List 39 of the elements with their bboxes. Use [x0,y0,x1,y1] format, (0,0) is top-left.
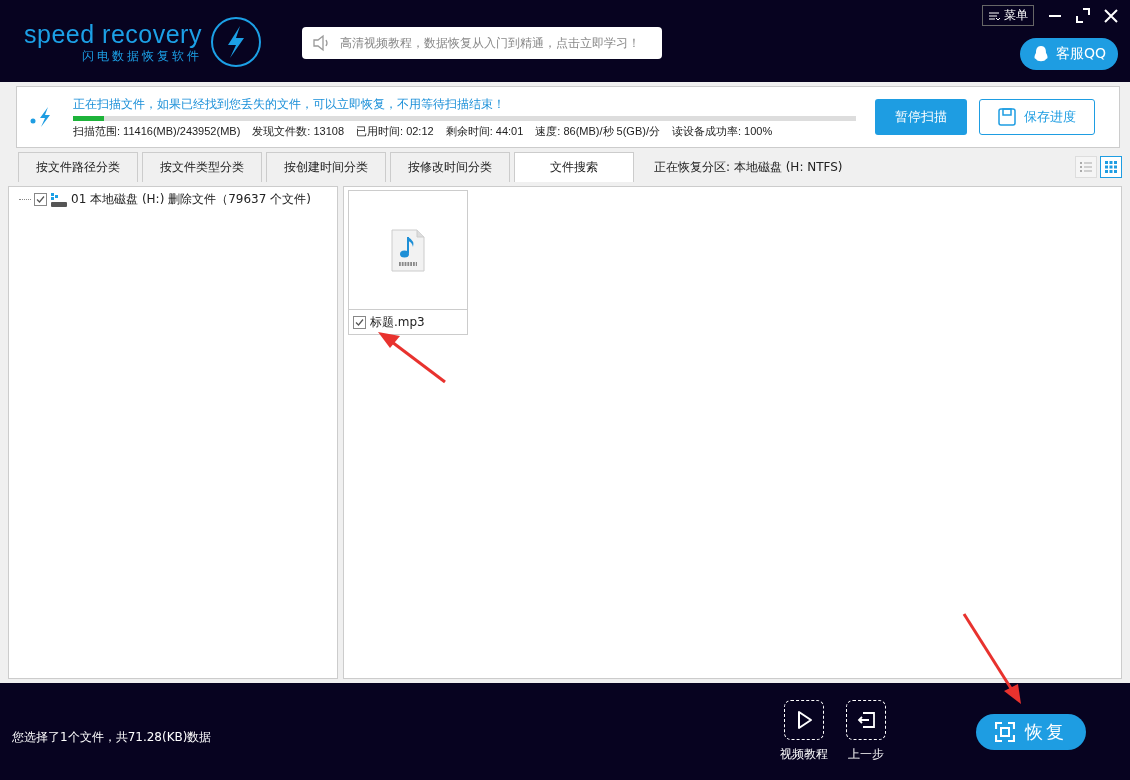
selection-summary: 您选择了1个文件，共71.28(KB)数据 [12,729,212,746]
grid-view-button[interactable] [1100,156,1122,178]
annotation-arrow [378,332,446,384]
category-tab[interactable]: 按文件路径分类 [18,152,138,182]
scan-frame-icon [995,721,1015,742]
logo-subtitle: 闪电数据恢复软件 [81,48,202,65]
file-card[interactable]: 标题.mp3 [348,190,468,335]
back-icon [856,711,876,729]
file-name: 标题.mp3 [370,313,425,331]
category-tab[interactable]: 按文件类型分类 [142,152,262,182]
scan-stat: 发现文件数: 13108 [252,123,344,139]
scan-status-text: 正在扫描文件，如果已经找到您丢失的文件，可以立即恢复，不用等待扫描结束！ [73,95,506,113]
logo-text: speed recovery [24,19,202,48]
partition-label: 正在恢复分区: 本地磁盘 (H: NTFS) [654,158,843,176]
category-tab[interactable]: 按修改时间分类 [390,152,510,182]
scan-stat: 扫描范围: 11416(MB)/243952(MB) [73,123,241,139]
speaker-icon [311,34,330,52]
notice-text: 高清视频教程，数据恢复从入门到精通，点击立即学习！ [339,34,640,52]
scan-stat: 已用时间: 02:12 [356,123,434,139]
drive-icon [50,191,68,208]
category-tab[interactable]: 文件搜索 [514,152,634,182]
play-icon [795,710,813,730]
lightning-logo-icon [209,16,262,68]
grid-icon [1104,160,1118,174]
close-icon[interactable] [1104,8,1118,23]
scan-stat: 读设备成功率: 100% [672,123,773,139]
checkbox[interactable] [34,193,47,206]
scan-stat: 剩余时间: 44:01 [445,123,524,139]
category-tab[interactable]: 按创建时间分类 [266,152,386,182]
checkbox[interactable] [353,315,366,329]
tree-item[interactable]: 01 本地磁盘 (H:) 删除文件（79637 个文件) [71,191,311,208]
maximize-icon[interactable] [1076,8,1090,23]
mp3-file-icon [391,228,425,272]
save-icon [998,108,1016,126]
notice-bar[interactable]: 高清视频教程，数据恢复从入门到精通，点击立即学习！ [301,27,662,59]
scan-stat: 速度: 86(MB)/秒 5(GB)/分 [535,123,660,139]
menu-button[interactable]: 菜单 [982,5,1034,26]
menu-icon [988,9,1001,22]
list-icon [1079,160,1093,174]
